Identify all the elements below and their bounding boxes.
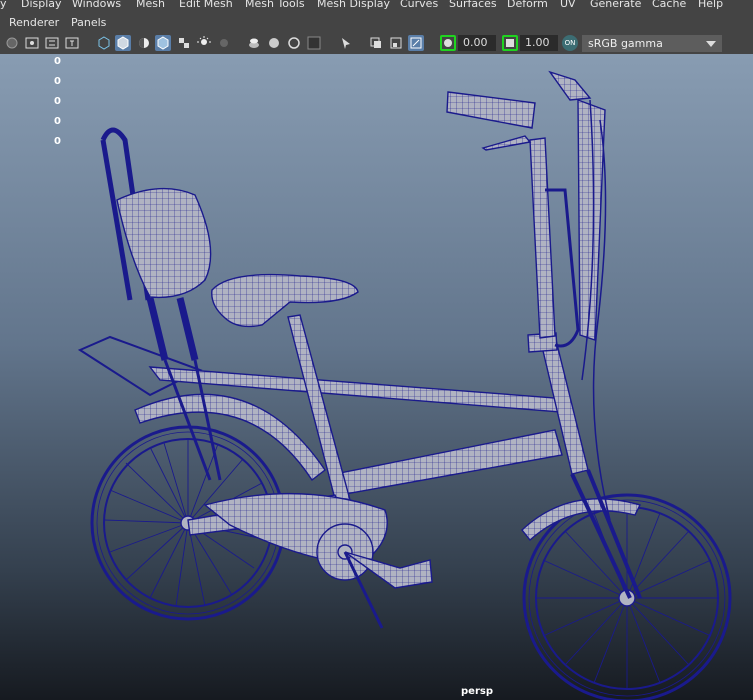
gamma-field[interactable]: 1.00 — [520, 35, 558, 51]
menu-item-windows[interactable]: Windows — [72, 0, 121, 10]
colorspace-selected: sRGB gamma — [588, 37, 663, 50]
panel-menubar: Renderer Panels — [0, 14, 753, 32]
main-menubar: y Display Windows Mesh Edit Mesh Mesh To… — [0, 0, 753, 12]
shadows-icon[interactable] — [216, 35, 232, 51]
panel-menu-renderer[interactable]: Renderer — [9, 16, 59, 29]
color-management-label: ON — [564, 39, 576, 47]
wireframe-cube-icon[interactable] — [96, 35, 112, 51]
menu-item-mesh-display[interactable]: Mesh Display — [317, 0, 390, 10]
menu-item-edit-mesh[interactable]: Edit Mesh — [179, 0, 233, 10]
ambient-occlusion-icon[interactable] — [246, 35, 262, 51]
default-material-icon[interactable] — [136, 35, 152, 51]
wireframe-on-shaded-icon[interactable] — [155, 35, 171, 51]
menu-item-curves[interactable]: Curves — [400, 0, 438, 10]
menu-item-mesh-tools[interactable]: Mesh Tools — [245, 0, 305, 10]
gamma-toggle-icon[interactable] — [502, 35, 518, 51]
menu-item-deform[interactable]: Deform — [507, 0, 548, 10]
lighting-icon[interactable] — [196, 35, 212, 51]
panel-menu-panels[interactable]: Panels — [71, 16, 106, 29]
film-gate-icon[interactable] — [64, 35, 80, 51]
isolate-select-icon[interactable] — [338, 35, 354, 51]
persp-viewport[interactable]: 0 0 0 0 0 persp — [0, 54, 753, 700]
panel-toolbar: 0.00 1.00 ON sRGB gamma — [0, 32, 753, 55]
exposure-toggle-icon[interactable] — [440, 35, 456, 51]
xray-joints-icon[interactable] — [388, 35, 404, 51]
depth-of-field-icon[interactable] — [306, 35, 322, 51]
bicycle-wireframe-model[interactable] — [0, 54, 753, 700]
image-plane-icon[interactable] — [24, 35, 40, 51]
xray-active-components-icon[interactable] — [408, 35, 424, 51]
menu-item-uv[interactable]: UV — [560, 0, 576, 10]
colorspace-dropdown[interactable]: sRGB gamma — [582, 35, 722, 52]
anti-aliasing-icon[interactable] — [286, 35, 302, 51]
menu-item-surfaces[interactable]: Surfaces — [449, 0, 497, 10]
xray-icon[interactable] — [368, 35, 384, 51]
smooth-shade-cube-icon[interactable] — [115, 35, 131, 51]
motion-blur-icon[interactable] — [266, 35, 282, 51]
color-management-toggle[interactable]: ON — [562, 35, 578, 51]
menu-item-help[interactable]: Help — [698, 0, 723, 10]
textured-icon[interactable] — [176, 35, 192, 51]
front-wheel — [522, 493, 732, 700]
camera-name-label: persp — [461, 686, 493, 697]
menu-item-display[interactable]: Display — [21, 0, 62, 10]
chevron-down-icon — [706, 41, 716, 47]
menu-item-generate[interactable]: Generate — [590, 0, 641, 10]
menu-item-cache[interactable]: Cache — [652, 0, 686, 10]
exposure-field[interactable]: 0.00 — [458, 35, 496, 51]
grid-icon[interactable] — [44, 35, 60, 51]
camera-attributes-icon[interactable] — [4, 35, 20, 51]
menu-item-cut[interactable]: y — [0, 0, 7, 10]
menu-item-mesh[interactable]: Mesh — [136, 0, 165, 10]
